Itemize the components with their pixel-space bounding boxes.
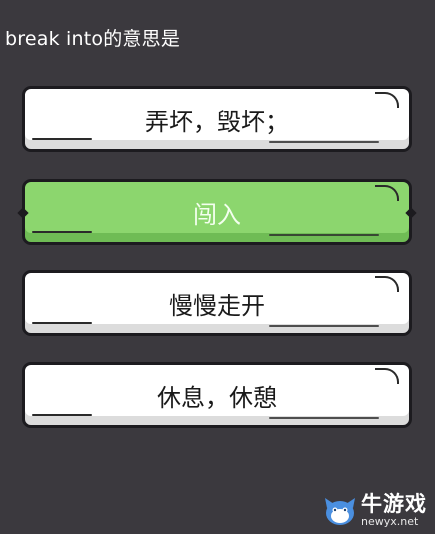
decor-stroke (375, 276, 399, 292)
decor-stroke (269, 141, 379, 143)
site-watermark: 牛游戏 newyx.net (323, 493, 427, 528)
decor-stroke (269, 417, 379, 419)
decor-stroke (32, 231, 92, 233)
decor-stroke (32, 322, 92, 324)
answer-option-1[interactable]: 弄坏，毁坏； (22, 86, 412, 152)
decor-stroke (375, 368, 399, 384)
answer-option-label: 休息，休憩 (157, 383, 277, 412)
answer-option-4[interactable]: 休息，休憩 (22, 362, 412, 428)
answer-option-3[interactable]: 慢慢走开 (22, 270, 412, 336)
answer-option-label: 闯入 (193, 200, 241, 229)
decor-stroke (375, 92, 399, 108)
decor-notch (405, 207, 417, 219)
decor-stroke (32, 138, 92, 140)
answer-option-label: 弄坏，毁坏； (145, 107, 289, 136)
decor-stroke (269, 325, 379, 327)
decor-stroke (32, 414, 92, 416)
question-text: break into的意思是 (5, 28, 181, 50)
watermark-url: newyx.net (361, 515, 419, 528)
decor-notch (17, 207, 29, 219)
decor-stroke (269, 234, 379, 236)
answer-option-2[interactable]: 闯入 (17, 179, 417, 245)
answer-option-label: 慢慢走开 (169, 291, 265, 320)
watermark-name: 牛游戏 (361, 492, 427, 516)
mascot-logo-icon (325, 497, 355, 525)
decor-stroke (375, 185, 399, 201)
